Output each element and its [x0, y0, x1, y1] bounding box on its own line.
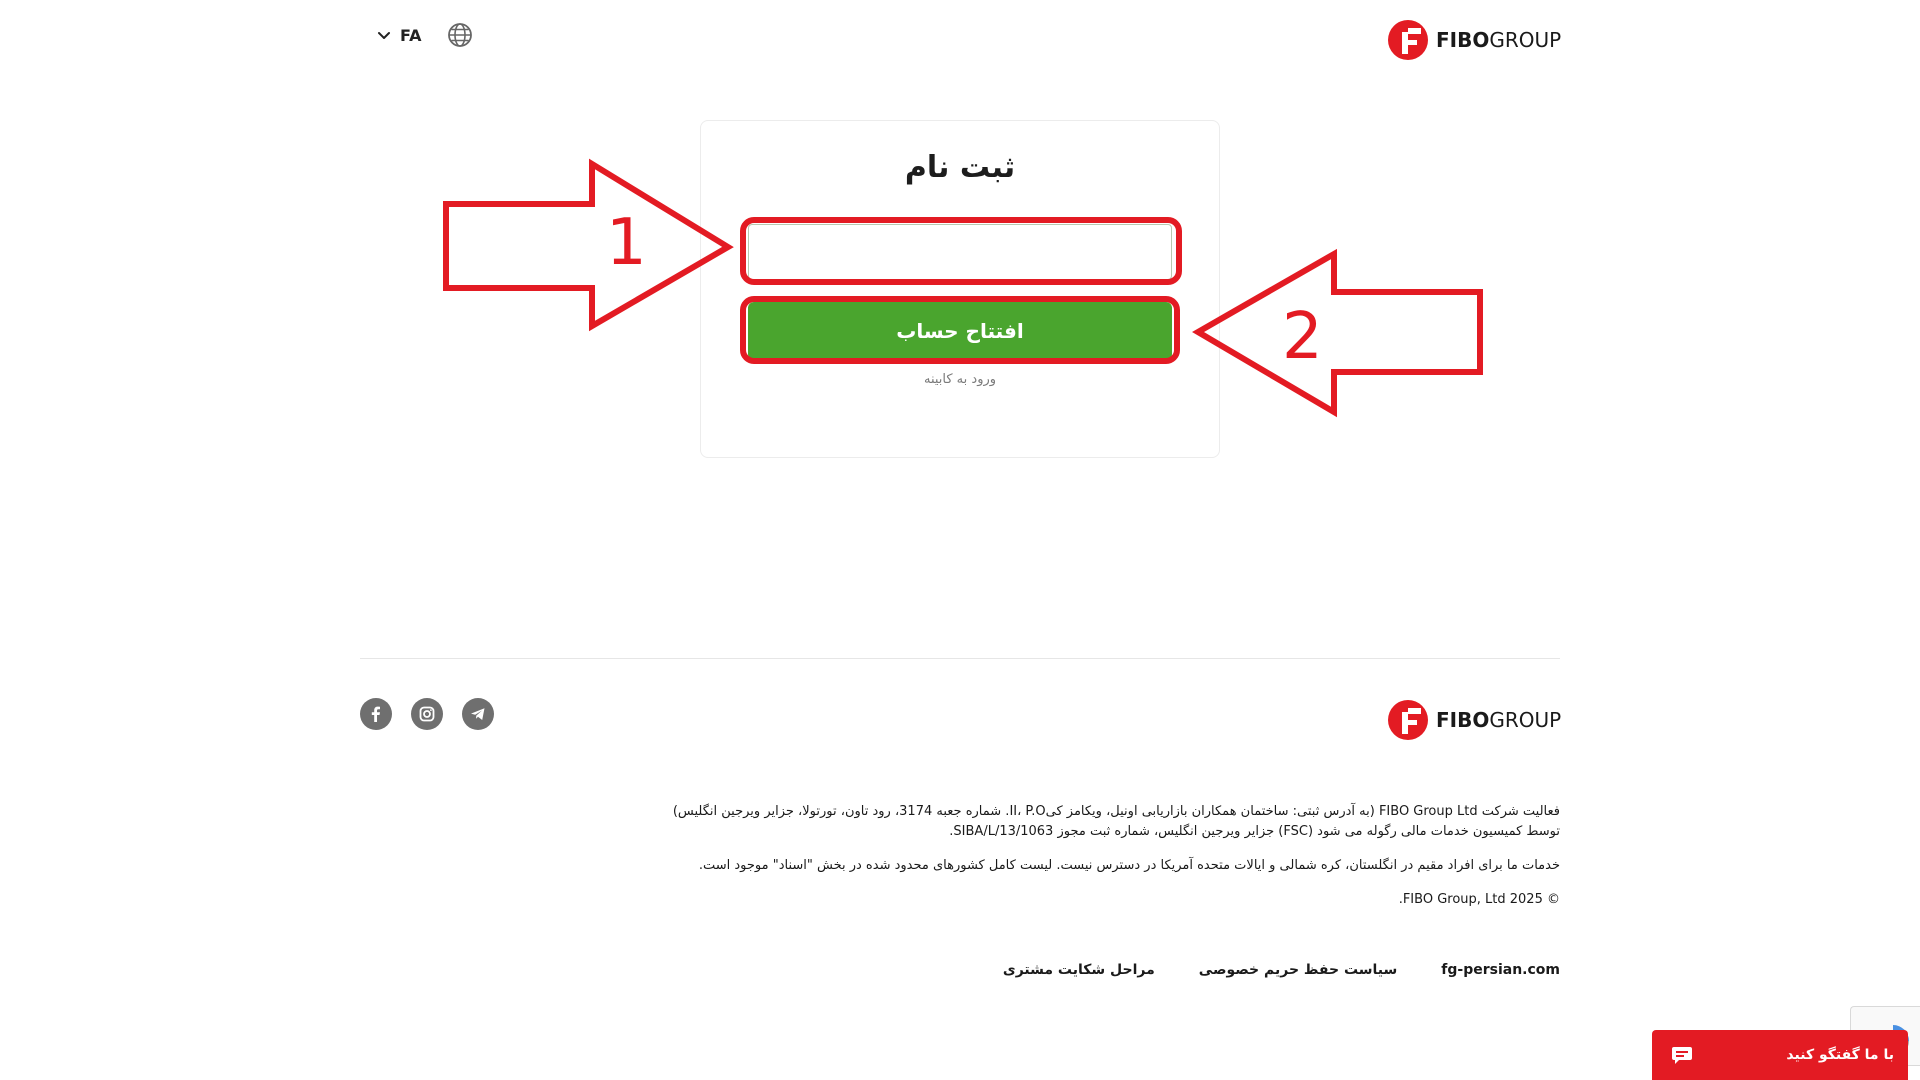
fibo-logo-icon	[1388, 20, 1428, 60]
name-input[interactable]	[748, 224, 1172, 280]
annotation-arrow-left	[1192, 248, 1483, 418]
chat-bubble-icon	[1672, 1047, 1692, 1064]
legal-text: فعالیت شرکت FIBO Group Ltd (به آدرس ثبتی…	[660, 802, 1560, 930]
footer-link-privacy[interactable]: سیاست حفظ حریم خصوصی	[1199, 962, 1398, 978]
instagram-icon	[419, 706, 435, 722]
footer-logo-wordmark: FIBOGROUP	[1436, 708, 1562, 732]
fibo-logo[interactable]: FIBOGROUP	[1386, 18, 1561, 62]
telegram-link[interactable]	[462, 698, 494, 730]
language-switcher[interactable]: FA	[376, 22, 473, 48]
language-code: FA	[400, 25, 422, 45]
copyright: © FIBO Group, Ltd 2025.	[1398, 892, 1560, 907]
annotation-arrow-right	[443, 158, 734, 332]
fibo-logo-icon	[1388, 700, 1428, 740]
facebook-link[interactable]	[360, 698, 392, 730]
footer-link-complaints[interactable]: مراحل شکایت مشتری	[1003, 962, 1155, 978]
footer-fibo-logo[interactable]: FIBOGROUP	[1386, 698, 1561, 742]
cabinet-login-link[interactable]: ورود به کابینه	[0, 372, 1920, 387]
legal-services: خدمات ما برای افراد مقیم در انگلستان، کر…	[698, 858, 1560, 873]
annotation-number-2: 2	[1282, 300, 1323, 374]
legal-line-2: توسط کمیسیون خدمات مالی رگوله می شود (FS…	[949, 824, 1560, 839]
logo-wordmark: FIBOGROUP	[1436, 28, 1562, 52]
social-links	[360, 698, 494, 730]
telegram-icon	[471, 708, 485, 720]
legal-line-1: فعالیت شرکت FIBO Group Ltd (به آدرس ثبتی…	[672, 804, 1560, 819]
footer-link-website[interactable]: fg-persian.com	[1441, 962, 1560, 978]
chat-widget[interactable]: با ما گفتگو کنید	[1652, 1030, 1908, 1080]
footer-links: مراحل شکایت مشتری سیاست حفظ حریم خصوصی f…	[1003, 962, 1560, 978]
chevron-down-icon	[378, 32, 390, 39]
facebook-icon	[371, 706, 380, 722]
open-account-button[interactable]: افتتاح حساب	[748, 302, 1172, 360]
instagram-link[interactable]	[411, 698, 443, 730]
footer-divider	[360, 658, 1560, 659]
globe-icon[interactable]	[447, 22, 473, 48]
annotation-number-1: 1	[606, 206, 647, 280]
page-title: ثبت نام	[904, 150, 1016, 185]
header: FA FIBOGROUP	[0, 0, 1920, 80]
chat-label: با ما گفتگو کنید	[1786, 1047, 1894, 1063]
